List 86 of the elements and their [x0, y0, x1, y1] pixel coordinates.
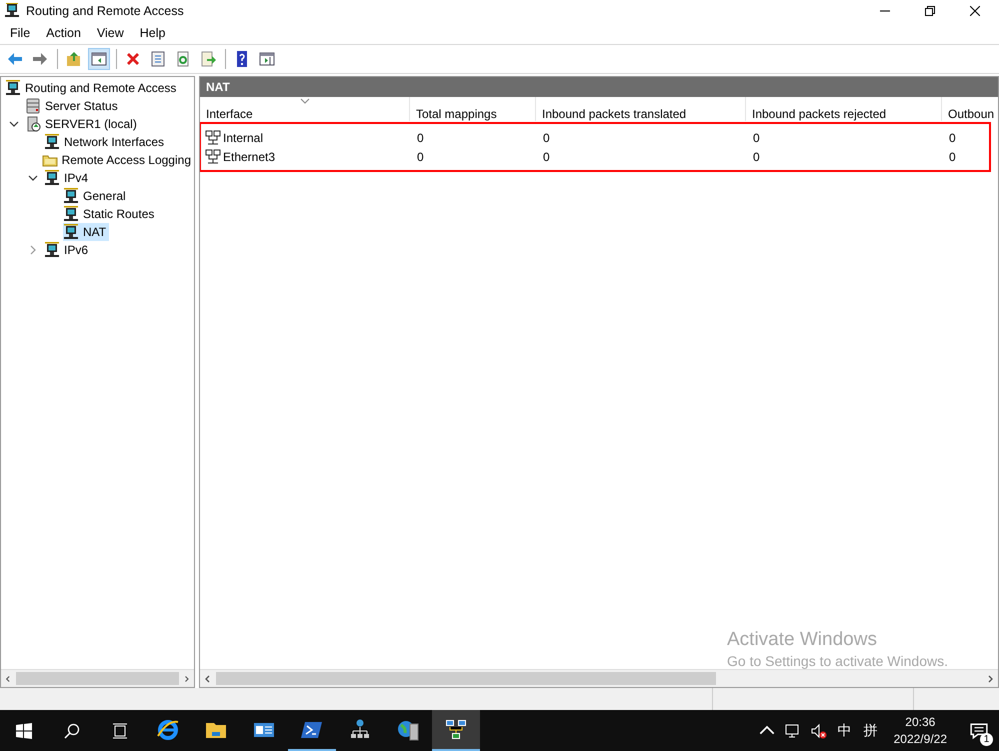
notifications-button[interactable]: 1	[959, 710, 999, 751]
table-cell: 0	[753, 150, 760, 164]
tree-item[interactable]: Server Status	[25, 97, 121, 115]
computer-icon	[63, 224, 79, 240]
tree-item[interactable]: IPv4	[44, 169, 92, 187]
horizontal-scrollbar[interactable]	[1, 669, 194, 687]
tree-label: Routing and Remote Access	[25, 81, 176, 95]
tree-label: Static Routes	[83, 207, 154, 221]
refresh-icon	[175, 51, 191, 67]
server-stack-icon	[25, 98, 41, 114]
scroll-right-icon[interactable]	[986, 674, 994, 682]
forward-arrow-icon	[32, 51, 48, 67]
tree-item[interactable]: Network Interfaces	[44, 133, 168, 151]
table-cell: 0	[543, 130, 550, 144]
back-arrow-icon	[7, 51, 23, 67]
table-cell: 0	[417, 130, 424, 144]
menu-item[interactable]: Help	[132, 26, 174, 40]
tree-label: General	[83, 189, 126, 203]
tree-label: SERVER1 (local)	[45, 117, 137, 131]
help-icon	[234, 51, 250, 67]
server-icon	[25, 116, 41, 132]
clock[interactable]: 20:36 2022/9/22	[894, 714, 947, 748]
tree-label: Remote Access Logging	[62, 153, 191, 167]
input-method-indicator[interactable]: 拼	[864, 722, 878, 740]
scroll-right-icon[interactable]	[183, 674, 190, 682]
menu-item[interactable]: File	[2, 26, 38, 40]
table-cell: 0	[949, 130, 956, 144]
close-icon[interactable]	[970, 6, 980, 16]
task-view-icon[interactable]	[112, 722, 128, 738]
scroll-left-icon[interactable]	[5, 674, 12, 682]
table-cell: Ethernet3	[223, 150, 276, 164]
activation-text: Go to Settings to activate Windows.	[727, 653, 948, 669]
app-icon	[4, 3, 20, 19]
scroll-left-icon[interactable]	[204, 674, 212, 682]
tree-item[interactable]: Remote Access Logging	[42, 151, 194, 169]
export-icon	[200, 51, 216, 67]
computer-icon	[63, 206, 79, 222]
start-icon[interactable]	[16, 722, 32, 738]
interface-icon	[205, 130, 221, 146]
table-cell: 0	[543, 150, 550, 164]
column-header[interactable]: Inbound packets translated	[536, 97, 746, 121]
window-icon	[91, 51, 107, 67]
document-icon	[150, 51, 166, 67]
tree-label: NAT	[83, 225, 106, 239]
computer-icon	[63, 188, 79, 204]
pane-header: NAT	[200, 77, 998, 97]
tree-item[interactable]: SERVER1 (local)	[25, 115, 140, 133]
computer-icon	[44, 134, 60, 150]
restore-icon[interactable]	[925, 6, 935, 16]
horizontal-scrollbar[interactable]	[200, 669, 998, 687]
window-title: Routing and Remote Access	[26, 4, 184, 18]
computer-icon	[44, 242, 60, 258]
delete-icon	[125, 51, 141, 67]
taskbar-app[interactable]	[432, 710, 480, 751]
interface-icon	[205, 148, 221, 164]
computer-network-icon	[444, 718, 468, 742]
activation-title: Activate Windows	[727, 629, 878, 651]
column-header[interactable]: Total mappings	[410, 97, 536, 121]
tree-label: IPv6	[64, 243, 88, 257]
muted-speaker-icon[interactable]	[810, 722, 827, 738]
search-icon[interactable]	[64, 722, 80, 738]
menu-item[interactable]: Action	[38, 26, 89, 40]
tree-item[interactable]: General	[63, 187, 129, 205]
network-icon[interactable]	[784, 722, 801, 738]
computer-icon	[5, 80, 21, 96]
table-cell: 0	[417, 150, 424, 164]
column-header[interactable]: Outboun	[942, 97, 998, 121]
menu-item[interactable]: View	[88, 26, 132, 40]
column-header[interactable]: Inbound packets rejected	[746, 97, 942, 121]
window-icon	[259, 51, 275, 67]
input-method-indicator[interactable]: 中	[838, 722, 852, 740]
tree-label: IPv4	[64, 171, 88, 185]
tree-item[interactable]: Routing and Remote Access	[5, 79, 180, 97]
computer-icon	[44, 170, 60, 186]
tree-label: Server Status	[45, 99, 118, 113]
column-header[interactable]: Interface	[200, 97, 410, 121]
up-folder-icon	[66, 51, 82, 67]
table-cell: Internal	[223, 130, 264, 144]
tree-item[interactable]: Static Routes	[63, 205, 158, 223]
tree-item[interactable]: NAT	[63, 223, 110, 241]
browser-icon	[156, 718, 180, 742]
table-cell: 0	[753, 130, 760, 144]
tree-item[interactable]: IPv6	[44, 241, 92, 259]
toolbar-button[interactable]	[88, 48, 110, 70]
tree-label: Network Interfaces	[64, 135, 164, 149]
table-cell: 0	[949, 150, 956, 164]
